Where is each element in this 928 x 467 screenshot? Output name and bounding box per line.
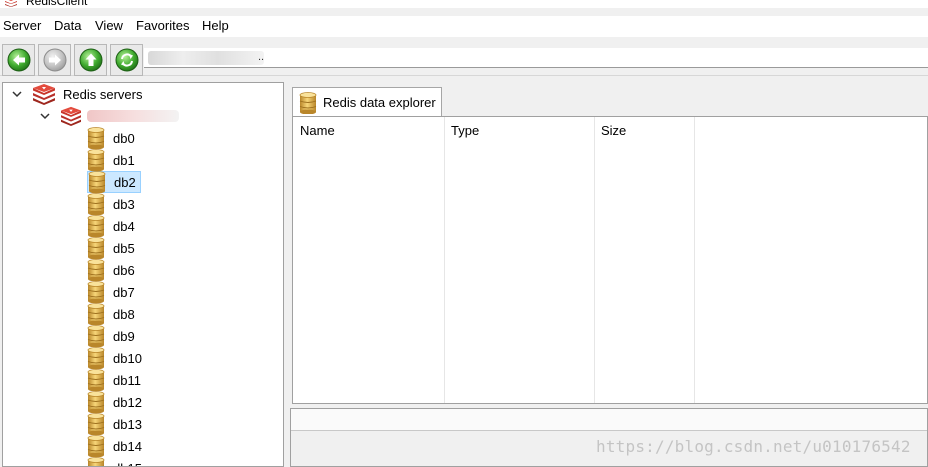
tree-item-db8[interactable]: db8 — [87, 303, 139, 325]
server-tree[interactable]: Redis servers db0 db1 db2 db3 db4 db5 db6 db7 db… — [2, 82, 284, 467]
redis-server-icon — [61, 106, 81, 126]
chevron-down-icon[interactable] — [39, 110, 51, 122]
menu-bar: Server Data View Favorites Help — [0, 16, 928, 37]
tree-item-db12[interactable]: db12 — [87, 391, 146, 413]
tree-root[interactable]: Redis servers — [11, 83, 142, 105]
arrow-left-icon — [7, 48, 31, 72]
tree-item-db11[interactable]: db11 — [87, 369, 145, 391]
tree-item-db2[interactable]: db2 — [87, 171, 141, 193]
column-divider[interactable] — [594, 117, 595, 403]
forward-button[interactable] — [38, 44, 71, 76]
back-button[interactable] — [2, 44, 35, 76]
database-icon — [87, 413, 105, 435]
tree-item-label: db9 — [113, 328, 135, 344]
chevron-down-icon[interactable] — [11, 88, 23, 100]
tree-item-db1[interactable]: db1 — [87, 149, 139, 171]
database-icon — [87, 259, 105, 281]
tree-item-db9[interactable]: db9 — [87, 325, 139, 347]
tree-item-label: db13 — [113, 416, 142, 432]
database-icon — [87, 303, 105, 325]
tree-item-label: db15 — [113, 461, 142, 467]
database-icon — [87, 457, 105, 466]
tree-item-db3[interactable]: db3 — [87, 193, 139, 215]
window-title: RedisClient — [26, 0, 88, 8]
database-icon — [87, 193, 105, 215]
tree-item-label: db3 — [113, 196, 135, 212]
column-header-type-label: Type — [451, 122, 480, 138]
tree-item-label: db12 — [113, 394, 142, 410]
database-icon — [299, 91, 317, 114]
database-icon — [87, 215, 105, 237]
tree-item-db10[interactable]: db10 — [87, 347, 146, 369]
refresh-button[interactable] — [110, 44, 143, 76]
redis-servers-icon — [33, 84, 55, 105]
tree-item-db14[interactable]: db14 — [87, 435, 146, 457]
column-header-type[interactable]: Type — [444, 117, 594, 143]
tree-item-db7[interactable]: db7 — [87, 281, 139, 303]
tree-item-db0[interactable]: db0 — [87, 127, 139, 149]
database-icon — [87, 149, 105, 171]
tree-item-db15[interactable]: db15 — [87, 457, 146, 467]
tree-item-label: db6 — [113, 262, 135, 278]
tree-item-db13[interactable]: db13 — [87, 413, 146, 435]
refresh-icon — [115, 48, 139, 72]
column-header-size-label: Size — [601, 122, 627, 138]
menu-view[interactable]: View — [95, 18, 123, 33]
arrow-right-icon — [43, 48, 67, 72]
menu-help[interactable]: Help — [202, 18, 229, 33]
explorer-list[interactable]: Name Type Size — [292, 116, 928, 404]
blurred-address — [148, 51, 264, 65]
tree-item-label: db2 — [114, 174, 136, 190]
tab-label: Redis data explorer — [323, 95, 436, 110]
menu-data[interactable]: Data — [54, 18, 81, 33]
tree-item-label: db14 — [113, 438, 142, 454]
tree-item-db6[interactable]: db6 — [87, 259, 139, 281]
column-divider[interactable] — [694, 117, 695, 403]
column-header-name[interactable]: Name — [293, 117, 443, 143]
menu-favorites[interactable]: Favorites — [136, 18, 189, 33]
address-bar[interactable]: .. — [144, 48, 928, 68]
tree-item-label: db8 — [113, 306, 135, 322]
tree-item-label: db7 — [113, 284, 135, 300]
up-button[interactable] — [74, 44, 107, 76]
arrow-up-icon — [79, 48, 103, 72]
database-icon — [87, 281, 105, 303]
redis-app-icon — [5, 0, 17, 7]
tree-item-db5[interactable]: db5 — [87, 237, 139, 259]
tree-item-label: db11 — [113, 372, 141, 388]
database-icon — [87, 369, 105, 391]
database-icon — [87, 391, 105, 413]
menu-server[interactable]: Server — [3, 18, 41, 33]
title-bar: RedisClient — [0, 0, 928, 8]
tree-item-label: db10 — [113, 350, 142, 366]
column-divider[interactable] — [444, 117, 445, 403]
tree-item-label: db4 — [113, 218, 135, 234]
tree-item-db4[interactable]: db4 — [87, 215, 139, 237]
database-icon — [87, 237, 105, 259]
database-icon — [87, 325, 105, 347]
database-icon — [87, 127, 105, 149]
toolbar: .. — [0, 40, 928, 76]
bottom-panel-header — [291, 409, 927, 431]
database-icon — [88, 171, 106, 193]
blurred-server-name — [87, 110, 179, 122]
server-node[interactable] — [39, 105, 179, 127]
tree-item-label: db0 — [113, 130, 135, 146]
address-suffix: .. — [258, 51, 265, 63]
tab-redis-data-explorer[interactable]: Redis data explorer — [292, 87, 442, 117]
tree-item-label: db1 — [113, 152, 135, 168]
column-header-size[interactable]: Size — [594, 117, 694, 143]
database-icon — [87, 435, 105, 457]
database-icon — [87, 347, 105, 369]
tree-root-label: Redis servers — [63, 86, 143, 102]
watermark: https://blog.csdn.net/u010176542 — [596, 437, 911, 456]
column-header-name-label: Name — [300, 122, 335, 138]
explorer-area: Redis data explorer Name Type Size — [290, 82, 928, 404]
tree-item-label: db5 — [113, 240, 135, 256]
